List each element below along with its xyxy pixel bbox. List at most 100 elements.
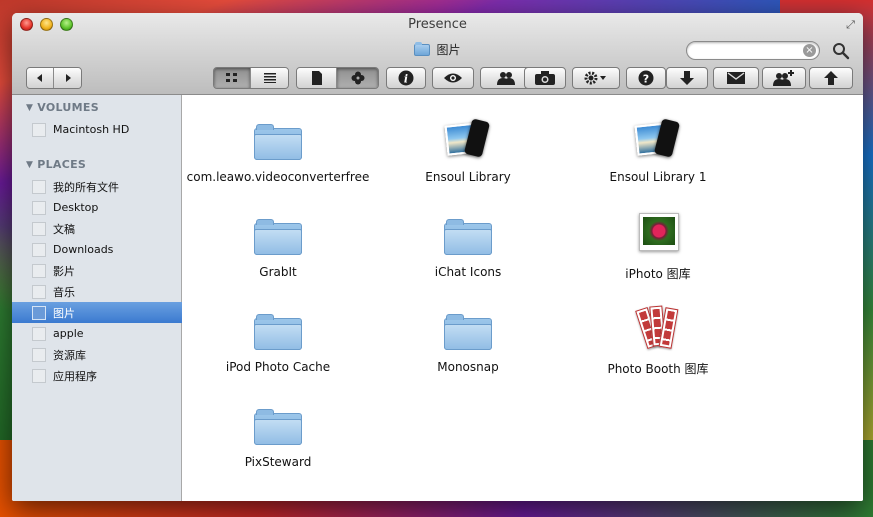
sidebar-item-macintosh-hd[interactable]: Macintosh HD [12, 119, 182, 140]
sidebar-item-label: 我的所有文件 [53, 180, 119, 194]
back-arrow-icon [37, 74, 42, 82]
volumes-header[interactable]: ▼ VOLUMES [26, 101, 99, 114]
new-document-icon [311, 71, 322, 85]
info-button[interactable]: i [386, 67, 426, 89]
file-item-label: Ensoul Library [425, 170, 511, 184]
finder-window: Presence ⤢ 图片 × i ? ▼ VOLUMES Macintosh … [12, 13, 863, 501]
file-icon-grid: com.leawo.videoconverterfree Ensoul Libr… [183, 95, 863, 501]
volumes-header-label: VOLUMES [37, 101, 99, 114]
file-item[interactable]: iChat Icons [373, 203, 563, 279]
place-icon [32, 347, 46, 362]
file-item[interactable]: Ensoul Library 1 [563, 108, 753, 184]
folder-icon [414, 41, 431, 56]
search-input[interactable] [695, 45, 805, 62]
list-view-button[interactable] [251, 68, 288, 88]
gear-action-button[interactable] [572, 67, 620, 89]
file-item[interactable]: Photo Booth 图库 [563, 298, 753, 377]
mail-icon [727, 72, 745, 84]
sidebar-item-label: apple [53, 327, 84, 340]
sidebar-item-library[interactable]: 资源库 [12, 344, 182, 365]
sidebar: ▼ VOLUMES Macintosh HD ▼ PLACES 我的所有文件 D… [12, 95, 182, 501]
sidebar-item-movies[interactable]: 影片 [12, 260, 182, 281]
flower-action-button[interactable] [337, 68, 378, 88]
folder-icon [254, 314, 302, 350]
search-icon[interactable] [832, 42, 850, 60]
file-item[interactable]: Ensoul Library [373, 108, 563, 184]
places-header[interactable]: ▼ PLACES [26, 158, 86, 171]
sidebar-item-all-my-files[interactable]: 我的所有文件 [12, 176, 182, 197]
place-icon [32, 263, 46, 278]
sidebar-item-label: Macintosh HD [53, 123, 130, 136]
add-people-icon [773, 70, 794, 86]
file-item[interactable]: iPod Photo Cache [183, 298, 373, 374]
sidebar-item-label: 应用程序 [53, 369, 97, 383]
search-field[interactable]: × [686, 41, 820, 62]
svg-text:i: i [404, 73, 408, 86]
current-folder-name: 图片 [436, 43, 461, 57]
file-item[interactable]: Monosnap [373, 298, 563, 374]
gear-action-icon [584, 71, 606, 85]
view-mode-control [213, 67, 289, 89]
quick-look-button[interactable] [432, 67, 474, 89]
sidebar-item-downloads[interactable]: Downloads [12, 239, 182, 260]
disclosure-triangle-icon[interactable]: ▼ [26, 160, 33, 170]
sidebar-item-pictures[interactable]: 图片 [12, 302, 182, 323]
folder-icon [444, 219, 492, 255]
help-icon: ? [638, 70, 654, 86]
window-titlebar[interactable]: Presence ⤢ 图片 × i ? [12, 13, 863, 95]
place-icon [32, 221, 46, 236]
forward-button[interactable] [54, 68, 81, 88]
fullscreen-icon[interactable]: ⤢ [844, 18, 857, 31]
back-forward-control [26, 67, 82, 89]
file-item[interactable]: PixSteward [183, 393, 373, 469]
upload-icon [824, 71, 838, 85]
file-item-label: Photo Booth 图库 [607, 362, 709, 376]
place-icon [32, 305, 46, 320]
place-icon [32, 179, 46, 194]
help-button[interactable]: ? [626, 67, 666, 89]
upload-button[interactable] [809, 67, 853, 89]
disclosure-triangle-icon[interactable]: ▼ [26, 103, 33, 113]
folder-icon [444, 314, 492, 350]
download-button[interactable] [666, 67, 708, 89]
sidebar-item-music[interactable]: 音乐 [12, 281, 182, 302]
place-icon [32, 284, 46, 299]
camera-button[interactable] [524, 67, 566, 89]
place-icon [32, 368, 46, 383]
svg-text:?: ? [643, 73, 649, 86]
sidebar-item-label: Desktop [53, 201, 99, 214]
sidebar-item-applications[interactable]: 应用程序 [12, 365, 182, 386]
icon-view-button[interactable] [214, 68, 252, 88]
sidebar-item-label: 资源库 [53, 348, 86, 362]
iphoto-library-icon [635, 211, 681, 255]
places-header-label: PLACES [37, 158, 87, 171]
file-item-label: iPod Photo Cache [225, 360, 331, 374]
icon-view-icon [226, 73, 237, 82]
new-document-button[interactable] [297, 68, 338, 88]
folder-icon [254, 219, 302, 255]
place-icon [32, 326, 46, 341]
sidebar-item-apple[interactable]: apple [12, 323, 182, 344]
photo-library-icon [444, 118, 492, 160]
sidebar-item-desktop[interactable]: Desktop [12, 197, 182, 218]
file-item[interactable]: iPhoto 图库 [563, 203, 753, 282]
download-icon [680, 71, 694, 85]
file-item-label: iPhoto 图库 [625, 267, 691, 281]
flower-action-icon [351, 71, 365, 85]
file-item-label: GrabIt [259, 265, 297, 279]
sidebar-item-label: 影片 [53, 264, 75, 278]
clear-search-icon[interactable]: × [803, 44, 816, 57]
mail-button[interactable] [713, 67, 759, 89]
file-item[interactable]: GrabIt [183, 203, 373, 279]
sidebar-item-documents[interactable]: 文稿 [12, 218, 182, 239]
camera-icon [535, 71, 555, 85]
place-icon [32, 200, 46, 215]
file-item-label: Monosnap [437, 360, 499, 374]
back-button[interactable] [27, 68, 54, 88]
add-people-button[interactable] [762, 67, 806, 89]
file-item[interactable]: com.leawo.videoconverterfree [183, 108, 373, 184]
file-item-label: com.leawo.videoconverterfree [186, 170, 370, 184]
sidebar-item-label: 图片 [53, 306, 75, 320]
sidebar-item-label: Downloads [53, 243, 114, 256]
info-icon: i [398, 70, 414, 86]
